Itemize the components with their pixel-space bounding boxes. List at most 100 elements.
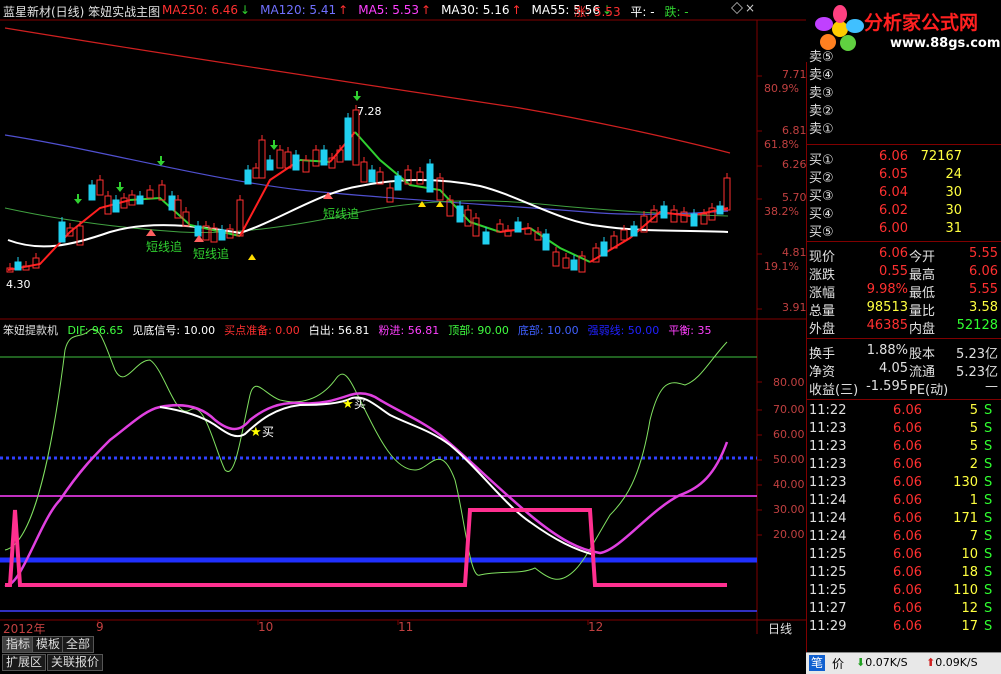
tick-row: 11:25 6.06 18 S (806, 564, 1001, 582)
sell-order-row: 卖① (806, 117, 1001, 137)
order-price: 6.04 (879, 185, 908, 200)
tab-extend[interactable]: 扩展区 (2, 654, 47, 671)
candle (690, 213, 698, 227)
indicator-axis-label: 70.00 (773, 403, 805, 416)
candle (482, 231, 490, 245)
candle (344, 117, 352, 161)
tick-row: 11:25 6.06 110 S (806, 582, 1001, 600)
indicator-legend-item: 强弱线: 50.00 (587, 324, 660, 337)
tick-price: 6.06 (893, 529, 922, 544)
order-label: 卖① (809, 122, 834, 137)
tick-volume: 12 (961, 601, 978, 616)
time-m9: 9 (96, 620, 104, 634)
tick-price: 6.06 (893, 457, 922, 472)
tick-side: S (984, 529, 993, 544)
tick-side: S (984, 421, 993, 436)
quote-value: 6.06 (969, 264, 998, 279)
tick-row: 11:22 6.06 5 S (806, 402, 1001, 420)
price-axis-label: 3.91 (782, 301, 807, 314)
short-signal-1: 短线追 (146, 239, 182, 254)
tick-price: 6.06 (893, 439, 922, 454)
tick-volume: 110 (953, 583, 978, 598)
candle (194, 225, 202, 237)
tick-row: 11:24 6.06 1 S (806, 492, 1001, 510)
tick-time: 11:22 (809, 403, 847, 418)
candle (670, 209, 678, 223)
indicator-axis-label: 40.00 (773, 478, 805, 491)
indicator-legend-item: 见底信号: 10.00 (132, 324, 216, 337)
order-label: 买⑤ (809, 225, 834, 240)
tick-volume: 1 (969, 493, 978, 508)
ma-arrow-icon: ↑ (511, 3, 522, 17)
fund-label: PE(动) (909, 383, 949, 398)
close-icon[interactable]: × (745, 1, 755, 15)
indicator-name: 笨妞提款机 (3, 324, 58, 337)
tab-indicator[interactable]: 指标 (2, 636, 35, 653)
tick-price: 6.06 (893, 421, 922, 436)
tick-time: 11:24 (809, 529, 847, 544)
candle (252, 167, 260, 179)
quote-row: 现价 6.06 今开 5.55 (806, 245, 1001, 265)
candle (514, 221, 522, 233)
ma-arrow-icon: ↑ (421, 3, 432, 17)
candle (360, 161, 368, 183)
tick-side: S (984, 547, 993, 562)
indicator-legend-item: 粉进: 56.81 (378, 324, 440, 337)
kline-chart[interactable]: 7.28 4.30 短线追 短线追 短线追 ★ 买 ★ 买 (0, 0, 806, 634)
tick-row: 11:29 6.06 17 S (806, 618, 1001, 636)
bi-button[interactable]: 笔 (809, 655, 825, 671)
candle (630, 225, 638, 237)
quote-value: 98513 (866, 300, 908, 315)
period-label[interactable]: 日线 (768, 620, 792, 637)
tab-related-quote[interactable]: 关联报价 (47, 654, 104, 671)
candle (552, 251, 560, 267)
fund-value: 1.88% (866, 343, 908, 358)
tick-volume: 18 (961, 565, 978, 580)
price-axis-label: 6.26 (782, 158, 807, 171)
tick-volume: 10 (961, 547, 978, 562)
quote-value: 9.98% (866, 282, 908, 297)
price-axis-label: 61.8% (764, 138, 799, 151)
down-arrow-icon: ⬇ (856, 656, 866, 669)
white-line (159, 396, 596, 556)
candle (88, 184, 96, 201)
short-signal-3: 短线追 (323, 206, 359, 221)
tab-template[interactable]: 模板 (32, 636, 65, 653)
buy-order-row: 买③ 6.04 30 (806, 184, 1001, 204)
candle (136, 195, 144, 205)
candle (542, 233, 550, 251)
buy-prep-line (5, 508, 727, 587)
tab-all[interactable]: 全部 (62, 636, 95, 653)
candle (394, 175, 402, 191)
tick-side: S (984, 457, 993, 472)
logo-title: 分析家公式网 (864, 12, 979, 34)
price-axis-label: 19.1% (764, 260, 799, 273)
ma-legend: MA250: 6.46 ↓ MA120: 5.41 ↑ MA5: 5.53 ↑ MA30: … (162, 3, 622, 17)
tick-time: 11:24 (809, 493, 847, 508)
price-legend: 涨: 5.53 平: - 跌: - (574, 3, 689, 20)
indicator-axis-label: 60.00 (773, 428, 805, 441)
indicator-legend-item: DIF: 96.65 (67, 324, 124, 337)
candle (244, 169, 252, 185)
candle (600, 241, 608, 257)
buy-order-row: 买① 6.06 72167 (806, 148, 1001, 168)
candle (562, 257, 570, 269)
time-m11: 11 (398, 620, 414, 634)
buy-mark-2: 买 (354, 397, 366, 411)
indicator-legend-item: 底部: 10.00 (517, 324, 579, 337)
indicator-legend-item: 白出: 56.81 (308, 324, 370, 337)
indicator-axis-label: 20.00 (773, 528, 805, 541)
high-label: 7.28 (357, 105, 382, 118)
jia-button[interactable]: 价 (832, 655, 844, 672)
tick-side: S (984, 583, 993, 598)
order-volume: 24 (945, 167, 962, 182)
quote-label: 内盘 (909, 322, 936, 337)
quote-row: 总量 98513 量比 3.58 (806, 299, 1001, 319)
zhang-label: 涨: 5.53 (574, 5, 621, 19)
indicator-axis-label: 80.00 (773, 376, 805, 389)
price-axis-label: 80.9% (764, 82, 799, 95)
sell-order-row: 卖③ (806, 81, 1001, 101)
candle (312, 149, 320, 167)
candle (266, 159, 274, 171)
order-price: 6.02 (879, 203, 908, 218)
